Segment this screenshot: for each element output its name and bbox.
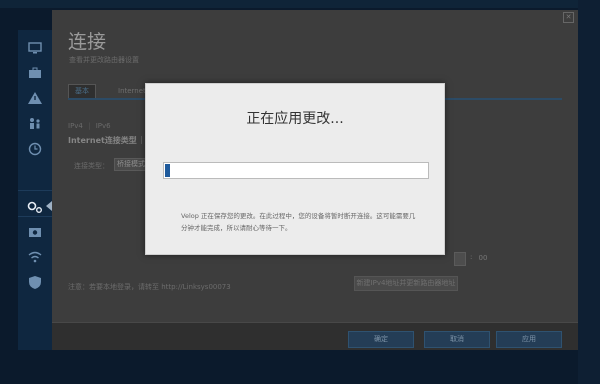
local-login-note: 注意：若要本地登录，请转至 http://Linksys00073 [68,283,231,291]
computer-icon[interactable] [27,42,43,56]
warning-icon[interactable] [27,92,43,106]
renew-ip-button[interactable]: 新建IPv4地址并更新路由器地址 [354,276,458,291]
progress-fill [165,164,170,177]
sidebar [18,30,52,350]
connection-type-heading: Internet连接类型 [68,136,137,145]
shield-icon[interactable] [27,276,43,290]
progress-bar [163,162,429,179]
protocol-tabs: IPv4 | IPv6 [68,122,111,130]
modal-title: 正在应用更改... [246,111,344,127]
tab-ipv6[interactable]: IPv6 [96,122,111,130]
background-right-edge [578,0,600,384]
page-title: 连接 [68,31,107,53]
settings-gears-icon[interactable] [27,200,43,214]
parental-icon[interactable] [27,117,43,131]
page-subtitle: 查看并更改路由器设置 [69,56,139,64]
modal-message: Velop 正在保存您的更改。在此过程中，您的设备将暂时断开连接。这可能需要几分… [181,212,416,232]
apply-button[interactable]: 应用 [496,331,562,348]
cancel-button[interactable]: 取消 [424,331,490,348]
camera-icon[interactable] [27,226,43,240]
ok-button[interactable]: 确定 [348,331,414,348]
sidebar-divider [18,216,52,217]
background-top-strip [0,0,600,8]
close-icon[interactable]: ✕ [563,12,574,23]
applying-changes-modal: 正在应用更改... Velop 正在保存您的更改。在此过程中，您的设备将暂时断开… [145,83,445,255]
dialog-footer: 确定 取消 应用 [52,322,578,350]
sidebar-divider [18,190,52,191]
time-hours-field[interactable] [454,252,466,266]
time-minutes-field[interactable]: 00 [476,252,490,264]
protocol-separator: | [88,122,91,130]
heading-divider: | [140,135,143,144]
wifi-icon[interactable] [27,251,43,265]
tab-ipv4[interactable]: IPv4 [68,122,83,130]
clock-icon[interactable] [27,142,43,156]
toolbox-icon[interactable] [27,67,43,81]
connection-type-label: 连接类型： [74,162,109,170]
tab-basic[interactable]: 基本 [68,84,96,98]
time-colon: : [470,253,473,261]
